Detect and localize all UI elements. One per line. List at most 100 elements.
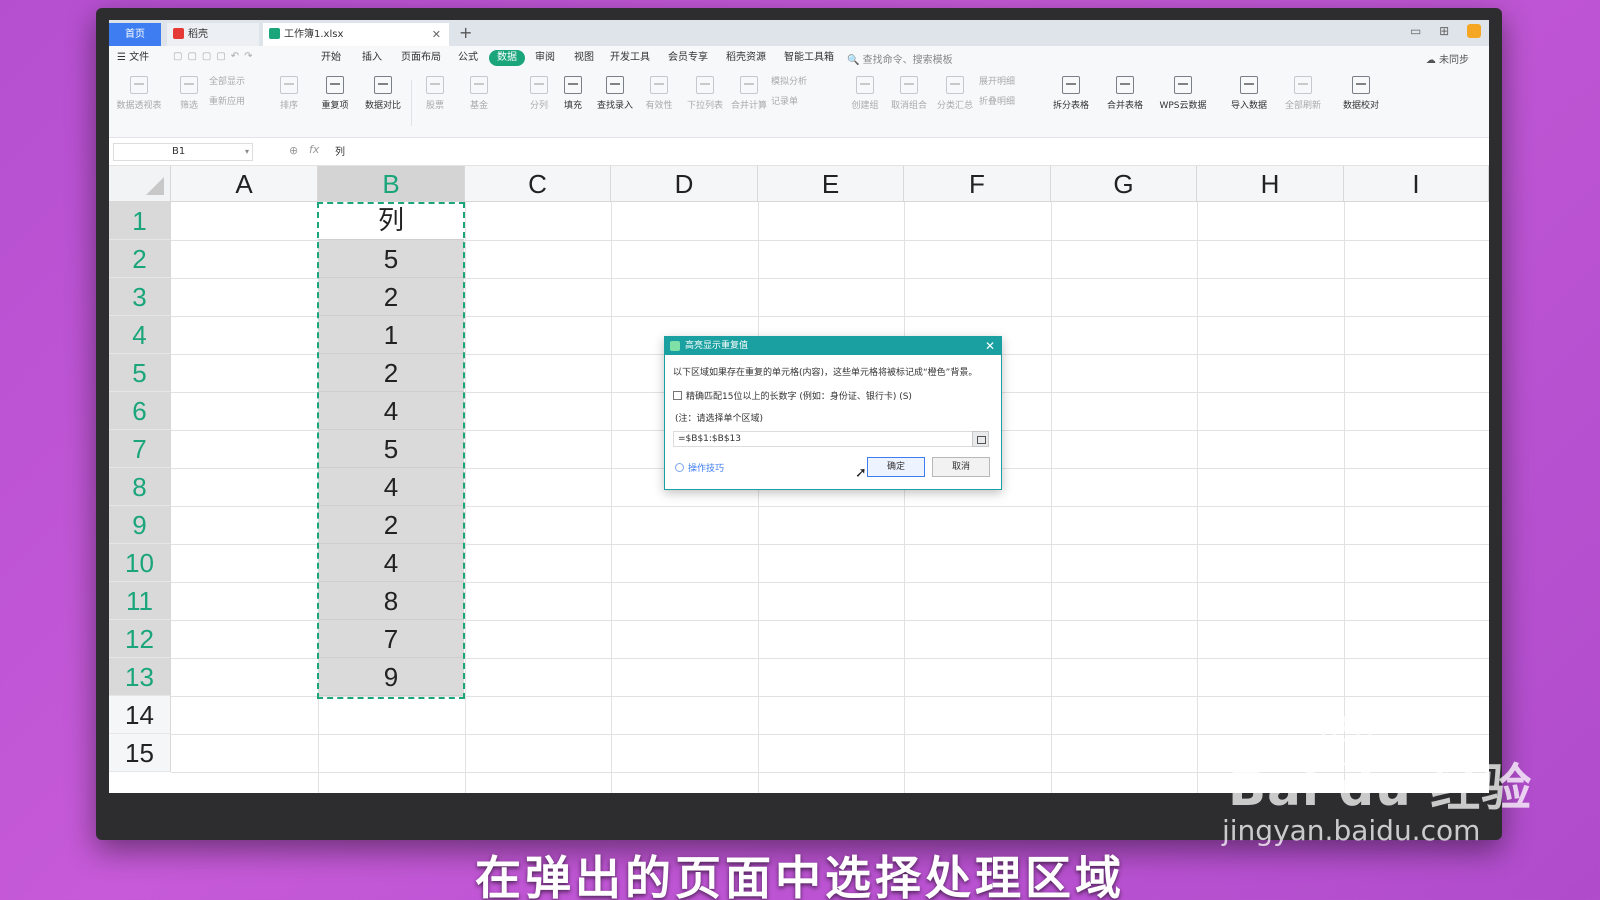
cancel-button[interactable]: 取消	[932, 457, 990, 477]
menu-view[interactable]: 视图	[574, 51, 594, 65]
tab-workbook[interactable]: 工作簿1.xlsx ✕	[263, 23, 449, 46]
consolidate-button[interactable]: 合并计算	[721, 76, 777, 111]
data-proofing-icon	[1352, 76, 1370, 94]
show-all-button[interactable]: 全部显示	[209, 74, 265, 87]
sync-status[interactable]: ☁ 未同步	[1426, 51, 1469, 66]
cell-b8[interactable]: 4	[318, 468, 464, 506]
row-header[interactable]: 9	[109, 506, 171, 544]
tips-link[interactable]: 操作技巧	[675, 461, 724, 474]
ok-button[interactable]: 确定	[867, 457, 925, 477]
reapply-button[interactable]: 重新应用	[209, 94, 265, 107]
row-header[interactable]: 13	[109, 658, 171, 696]
row-header[interactable]: 3	[109, 278, 171, 316]
column-header-g[interactable]: G	[1051, 166, 1197, 202]
avatar[interactable]	[1467, 24, 1481, 38]
cell-b1[interactable]: 列	[318, 202, 464, 240]
file-menu[interactable]: ☰ 文件	[117, 51, 149, 65]
column-header-e[interactable]: E	[758, 166, 904, 202]
range-input[interactable]: =$B$1:$B$13	[673, 431, 989, 447]
expand-detail-button[interactable]: 展开明细	[979, 74, 1035, 87]
command-search-placeholder: 查找命令、搜索模板	[862, 55, 953, 66]
record-form-button[interactable]: 记录单	[771, 94, 827, 107]
cell-b5[interactable]: 2	[318, 354, 464, 392]
menu-member[interactable]: 会员专享	[668, 51, 708, 65]
cell-b6[interactable]: 4	[318, 392, 464, 430]
refresh-all-button[interactable]: 全部刷新	[1275, 76, 1331, 111]
menu-smart-toolbox[interactable]: 智能工具箱	[784, 51, 834, 65]
cell-b4[interactable]: 1	[318, 316, 464, 354]
column-header-f[interactable]: F	[904, 166, 1051, 202]
row-header[interactable]: 7	[109, 430, 171, 468]
cell-b2[interactable]: 5	[318, 240, 464, 278]
row-header[interactable]: 12	[109, 620, 171, 658]
stock-icon	[426, 76, 444, 94]
grid-apps-icon[interactable]: ⊞	[1439, 24, 1449, 38]
row-header[interactable]: 11	[109, 582, 171, 620]
collapse-detail-button[interactable]: 折叠明细	[979, 94, 1035, 107]
column-header-d[interactable]: D	[611, 166, 758, 202]
pivot-table-button[interactable]: 数据透视表	[111, 76, 167, 111]
menu-insert[interactable]: 插入	[362, 51, 382, 65]
long-number-checkbox[interactable]	[673, 391, 682, 400]
grid-line	[1344, 202, 1345, 793]
tab-home[interactable]: 首页	[109, 23, 161, 46]
cell-b12[interactable]: 7	[318, 620, 464, 658]
merge-table-button[interactable]: 合并表格	[1097, 76, 1153, 111]
close-icon[interactable]: ✕	[985, 337, 995, 355]
menu-data[interactable]: 数据	[489, 50, 525, 66]
row-header[interactable]: 15	[109, 734, 171, 772]
row-header[interactable]: 6	[109, 392, 171, 430]
import-data-button[interactable]: 导入数据	[1221, 76, 1277, 111]
add-tab-button[interactable]: +	[459, 22, 472, 44]
column-header-i[interactable]: I	[1344, 166, 1489, 202]
fx-icon[interactable]: fx	[309, 143, 319, 156]
menu-docer-resources[interactable]: 稻壳资源	[726, 51, 766, 65]
row-header[interactable]: 14	[109, 696, 171, 734]
what-if-button[interactable]: 模拟分析	[771, 74, 827, 87]
subtotal-button[interactable]: 分类汇总	[927, 76, 983, 111]
column-header-c[interactable]: C	[465, 166, 611, 202]
wps-cloud-data-button[interactable]: WPS云数据	[1155, 76, 1211, 111]
command-search[interactable]: 🔍 查找命令、搜索模板	[847, 51, 953, 66]
row-header[interactable]: 10	[109, 544, 171, 582]
chevron-down-icon[interactable]: ▾	[245, 144, 249, 160]
row-header[interactable]: 1	[109, 202, 171, 240]
tab-docer[interactable]: 稻壳	[167, 23, 259, 46]
menu-formula[interactable]: 公式	[458, 51, 478, 65]
window-controls: ▭ ⊞	[1396, 24, 1481, 38]
row-header[interactable]: 8	[109, 468, 171, 506]
select-all-corner[interactable]	[109, 166, 171, 202]
data-proofing-button[interactable]: 数据校对	[1333, 76, 1389, 111]
cell-b11[interactable]: 8	[318, 582, 464, 620]
cell-b3[interactable]: 2	[318, 278, 464, 316]
row-header[interactable]: 2	[109, 240, 171, 278]
import-data-icon	[1240, 76, 1258, 94]
row-header[interactable]: 4	[109, 316, 171, 354]
column-header-b[interactable]: B	[318, 166, 465, 202]
dialog-title-bar[interactable]: 高亮显示重复值 ✕	[665, 337, 1001, 355]
menu-page-layout[interactable]: 页面布局	[401, 51, 441, 65]
split-table-button[interactable]: 拆分表格	[1043, 76, 1099, 111]
column-header-a[interactable]: A	[171, 166, 318, 202]
menu-review[interactable]: 审阅	[535, 51, 555, 65]
cell-b7[interactable]: 5	[318, 430, 464, 468]
cell-b13[interactable]: 9	[318, 658, 464, 696]
quick-access-toolbar[interactable]: ▢▢▢▢↶↷	[173, 51, 258, 62]
zoom-icon[interactable]: ⊕	[289, 144, 298, 157]
long-number-option[interactable]: 精确匹配15位以上的长数字 (例如：身份证、银行卡) (S)	[673, 389, 912, 402]
fund-button[interactable]: 基金	[451, 76, 507, 111]
close-tab-icon[interactable]: ✕	[432, 23, 441, 46]
menu-start[interactable]: 开始	[321, 51, 341, 65]
row-header[interactable]: 5	[109, 354, 171, 392]
layout-icon[interactable]: ▭	[1410, 24, 1421, 38]
ungroup-icon	[900, 76, 918, 94]
range-picker-icon[interactable]	[972, 431, 989, 447]
formula-input[interactable]: 列	[335, 143, 345, 158]
name-box[interactable]: B1 ▾	[113, 143, 253, 161]
column-header-h[interactable]: H	[1197, 166, 1344, 202]
cell-b9[interactable]: 2	[318, 506, 464, 544]
cell-b10[interactable]: 4	[318, 544, 464, 582]
menu-dev-tools[interactable]: 开发工具	[610, 51, 650, 65]
data-compare-button[interactable]: 数据对比	[355, 76, 411, 111]
long-number-label: 精确匹配15位以上的长数字 (例如：身份证、银行卡) (S)	[686, 392, 912, 402]
